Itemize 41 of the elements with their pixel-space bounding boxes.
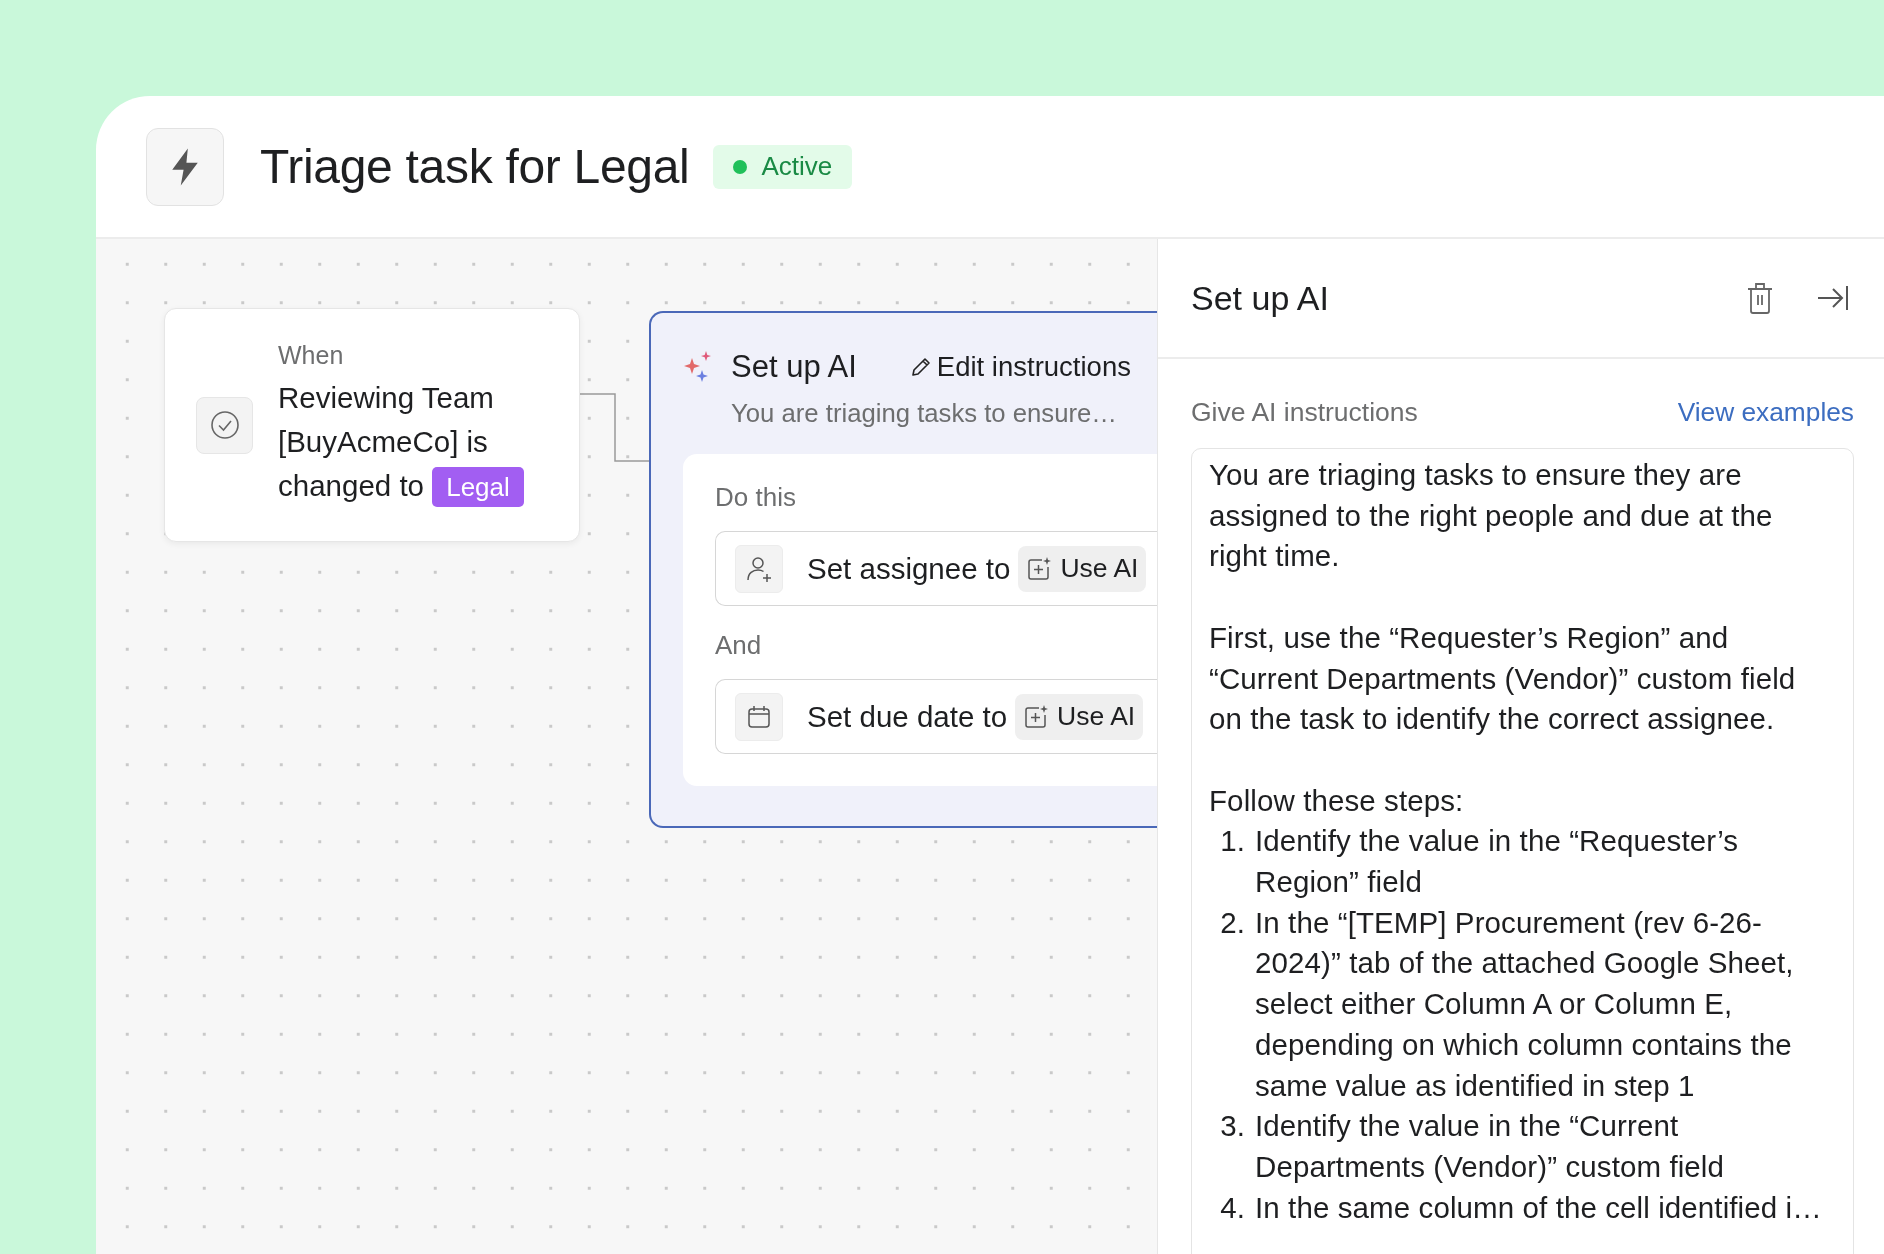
use-ai-button[interactable]: Use AI [1015,693,1144,740]
step-title: Set up AI [731,349,857,385]
field-label: Give AI instructions [1191,397,1418,428]
step-number: 3. [1219,1108,1245,1145]
lightning-icon [146,127,224,206]
instructions-field[interactable] [1191,448,1854,1254]
instructions-summary: You are triaging tasks to ensure… [731,399,1118,428]
status-dot [733,159,748,174]
delete-icon[interactable] [1746,281,1774,315]
status-label: Active [761,151,833,182]
step-text: In the “[TEMP] Procurement (rev 6-26-2024)” tab of the attached Google Sheet, select either Column A or Column E, depending on which column contains the same value as identified in step 1 [1255,904,1795,1104]
step-number: 4. [1219,1189,1245,1226]
instruction-paragraph: First, use the “Requester’s Region” and “Current Departments (Vendor)” custom field on the task to identify the correct assignee. [1209,619,1797,738]
page-title: Triage task for Legal [260,139,690,194]
section-label: Do this [715,482,797,513]
ai-plus-icon [1023,703,1050,730]
person-plus-icon [735,544,783,593]
view-examples-link[interactable]: View examples [1677,397,1854,428]
action-label: Set due date to [807,699,1008,734]
action-row[interactable]: Set assignee to Use AI [715,531,1157,606]
ai-step-card[interactable]: Set up AI Edit instructions You are triaging tasks to ensure… Do this Set assignee to Use AI And Set due date to Use AI [649,311,1157,828]
collapse-panel-icon[interactable] [1816,283,1850,313]
step-number: 2. [1219,904,1245,941]
trigger-label: When [278,341,345,370]
steps-heading: Follow these steps: [1209,782,1465,819]
use-ai-button[interactable]: Use AI [1018,545,1147,592]
calendar-icon [735,692,783,741]
step-number: 1. [1219,823,1245,860]
step-text: Identify the value in the “Current Departments (Vendor)” custom field [1255,1108,1726,1185]
instruction-paragraph: You are triaging tasks to ensure they are assigned to the right people and due at the right time. [1209,457,1774,575]
edit-instructions-link[interactable]: Edit instructions [908,351,1131,383]
trigger-card[interactable]: When Reviewing Team [BuyAcmeCo] is changed to Legal [164,308,580,542]
action-label: Set assignee to [807,551,1011,586]
trigger-description: Reviewing Team [BuyAcmeCo] is changed to Legal [278,376,563,509]
panel-title: Set up AI [1191,278,1330,318]
step-text: In the same column of the cell identified i… [1255,1189,1822,1226]
legal-tag: Legal [432,467,524,507]
step-text: Identify the value in the “Requester’s Region” field [1255,823,1740,900]
section-label: And [715,630,763,661]
ai-plus-icon [1026,555,1053,582]
action-row[interactable]: Set due date to Use AI [715,679,1157,754]
